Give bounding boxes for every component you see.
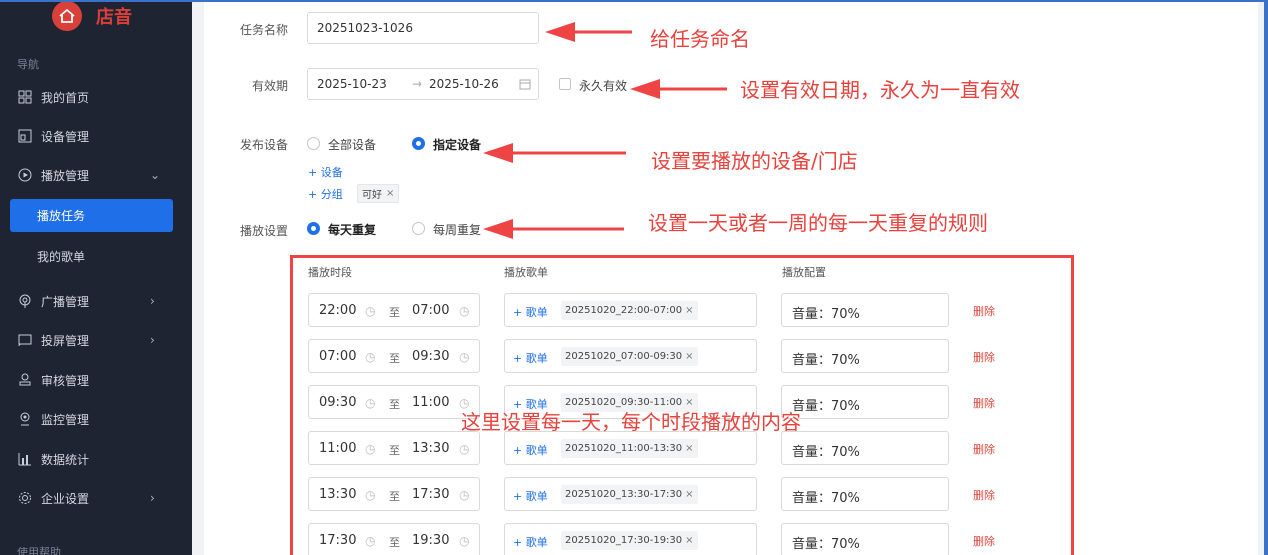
- arrow-validity: [630, 79, 727, 99]
- arrow-devices: [483, 143, 626, 163]
- annotation-arrows: [483, 22, 727, 239]
- arrow-name-task: [545, 22, 632, 42]
- arrow-repeat: [483, 219, 624, 239]
